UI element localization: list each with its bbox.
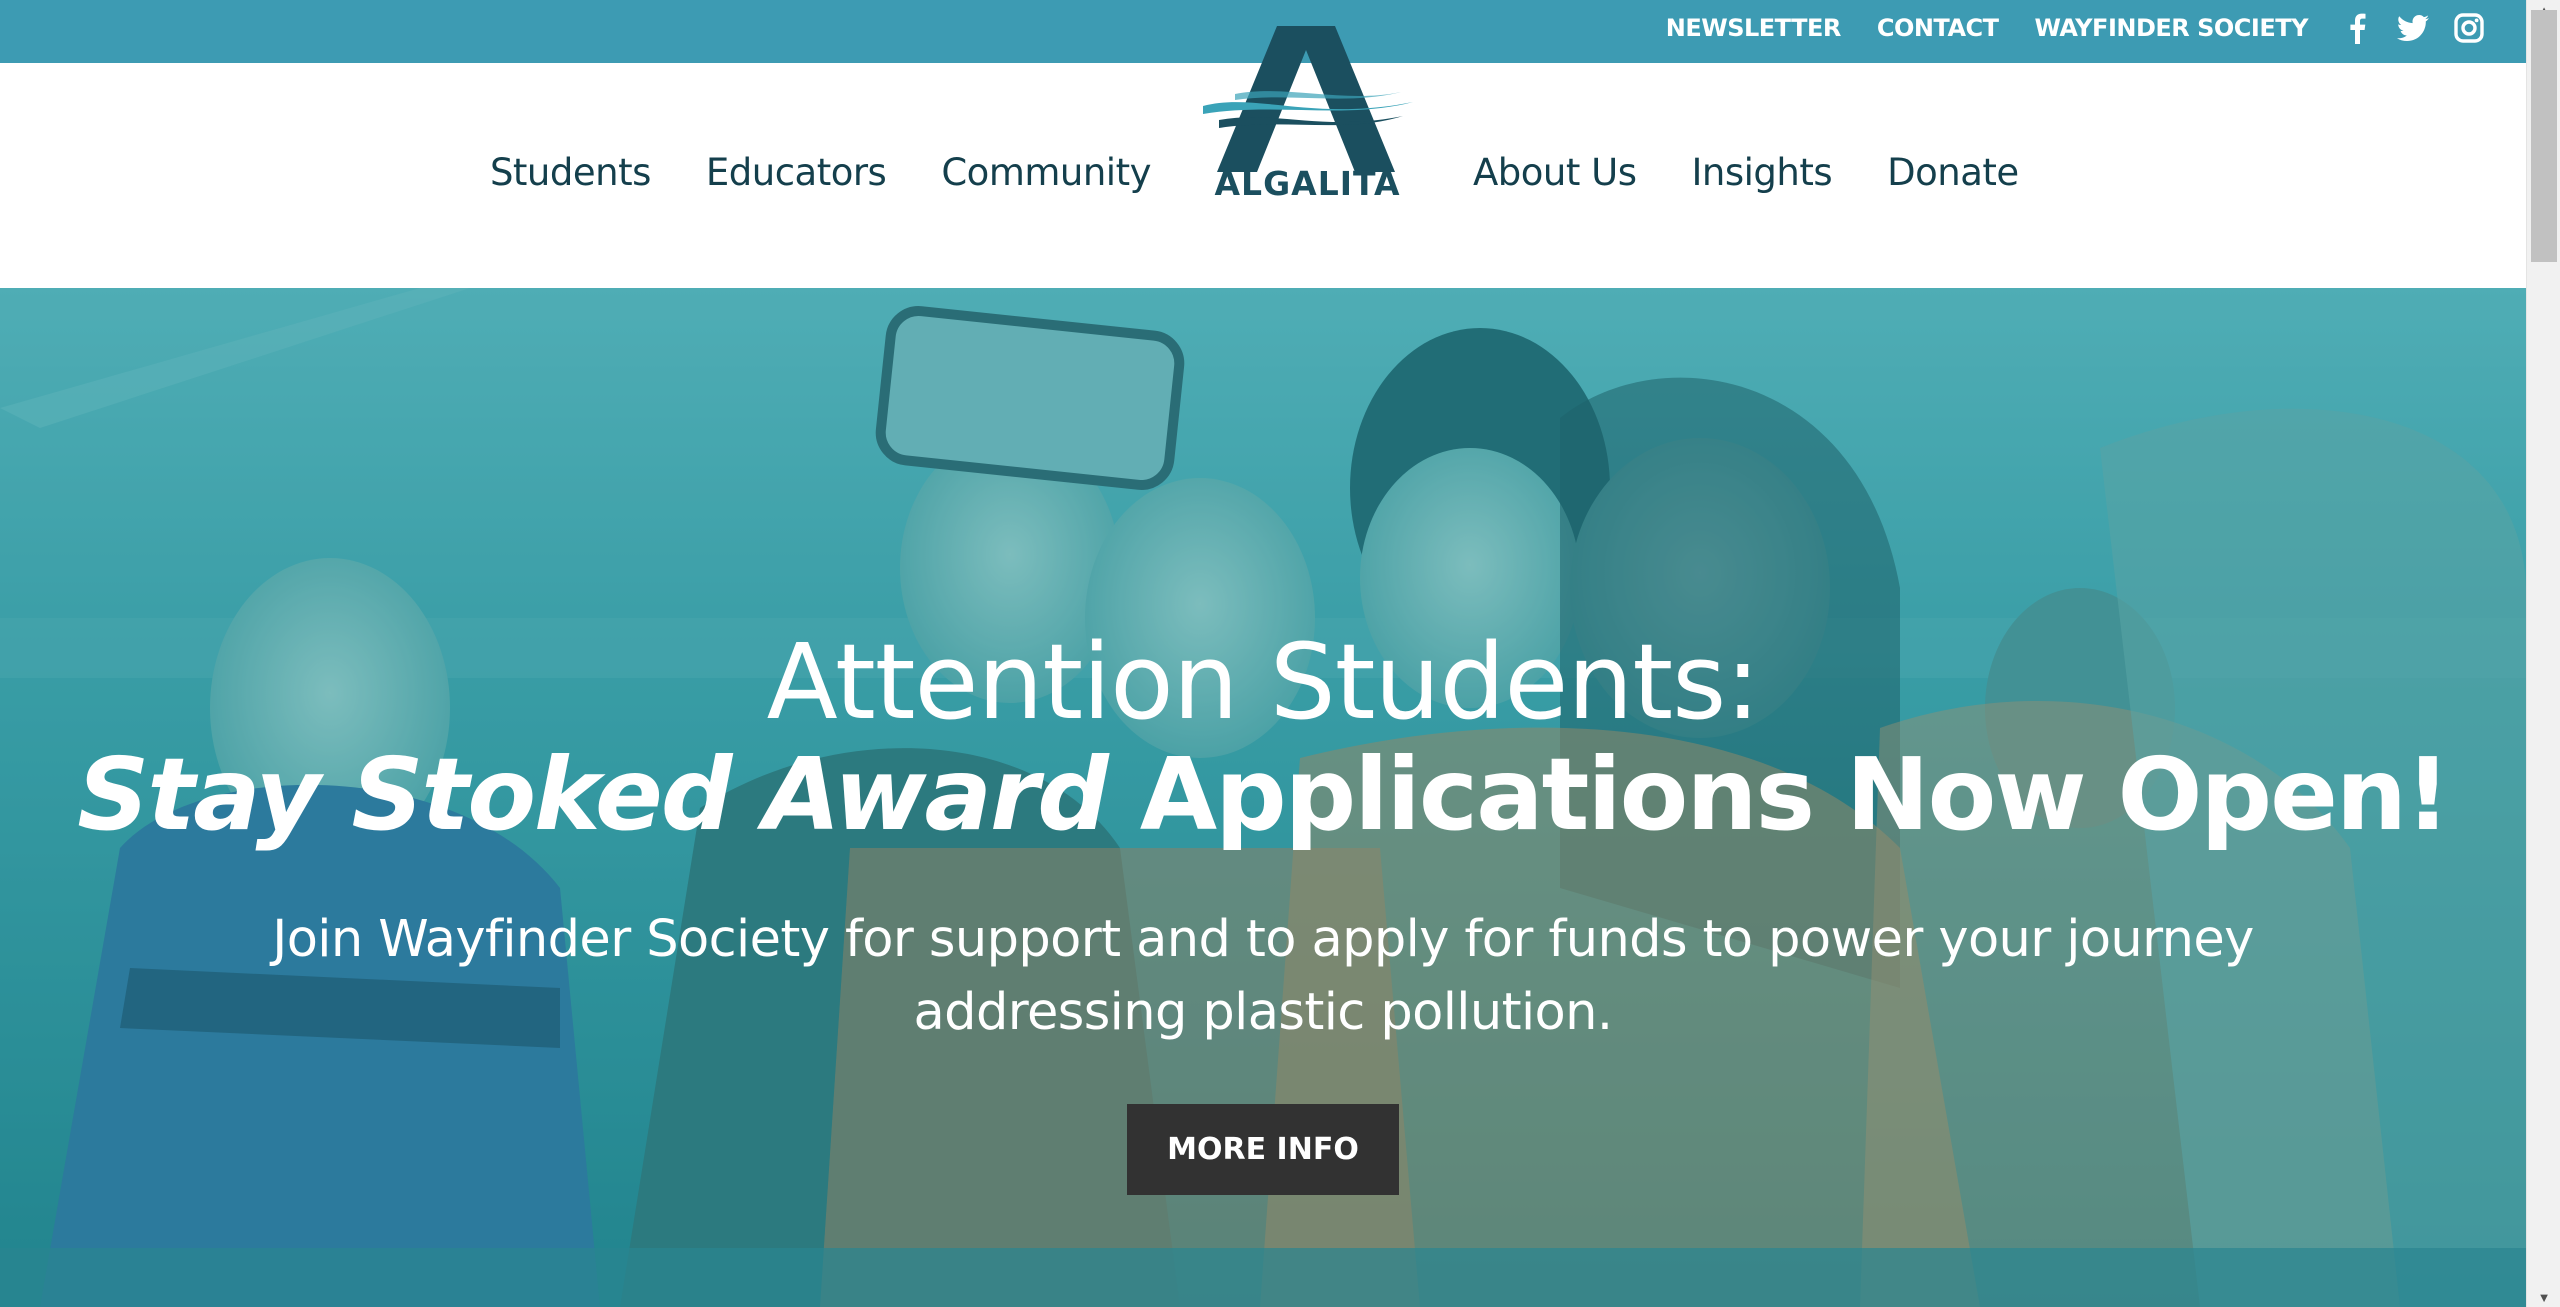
nav-item-students[interactable]: Students <box>490 151 651 194</box>
hero-heading-line2: Stay Stoked Award Applications Now Open! <box>0 737 2526 852</box>
logo-wordmark: ALGALITA <box>1214 164 1401 203</box>
hero-heading-rest: Applications Now Open! <box>1139 736 2451 854</box>
nav-left-group: Students Educators Community <box>490 151 1152 194</box>
logo-mark-icon <box>1203 26 1413 172</box>
page: NEWSLETTER CONTACT WAYFINDER SOCIETY Stu… <box>0 0 2560 1307</box>
nav-item-community[interactable]: Community <box>941 151 1151 194</box>
facebook-icon[interactable] <box>2340 11 2374 45</box>
page-scrollbar[interactable]: ▲ ▼ <box>2526 0 2560 1307</box>
nav-item-donate[interactable]: Donate <box>1887 151 2019 194</box>
hero-subtitle: Join Wayfinder Society for support and t… <box>272 910 2254 1042</box>
social-links <box>2340 11 2486 45</box>
contact-link[interactable]: CONTACT <box>1877 14 1999 42</box>
algalita-logo[interactable]: ALGALITA <box>1195 22 1420 212</box>
hero-content: Attention Students: Stay Stoked Award Ap… <box>0 621 2526 1195</box>
hero-heading-emphasis: Stay Stoked Award <box>77 736 1109 854</box>
scroll-down-arrow-icon[interactable]: ▼ <box>2527 1287 2560 1307</box>
utility-links: NEWSLETTER CONTACT WAYFINDER SOCIETY <box>1666 0 2486 56</box>
newsletter-link[interactable]: NEWSLETTER <box>1666 14 1842 42</box>
hero-heading-line1: Attention Students: <box>766 621 1761 743</box>
nav-item-educators[interactable]: Educators <box>706 151 887 194</box>
nav-item-insights[interactable]: Insights <box>1692 151 1833 194</box>
wayfinder-society-link[interactable]: WAYFINDER SOCIETY <box>2035 14 2309 42</box>
more-info-button[interactable]: MORE INFO <box>1127 1104 1399 1195</box>
nav-item-about-us[interactable]: About Us <box>1473 151 1637 194</box>
hero-banner: Attention Students: Stay Stoked Award Ap… <box>0 288 2526 1307</box>
instagram-icon[interactable] <box>2452 11 2486 45</box>
scrollbar-thumb[interactable] <box>2531 10 2557 262</box>
nav-right-group: About Us Insights Donate <box>1473 151 2019 194</box>
twitter-icon[interactable] <box>2396 11 2430 45</box>
